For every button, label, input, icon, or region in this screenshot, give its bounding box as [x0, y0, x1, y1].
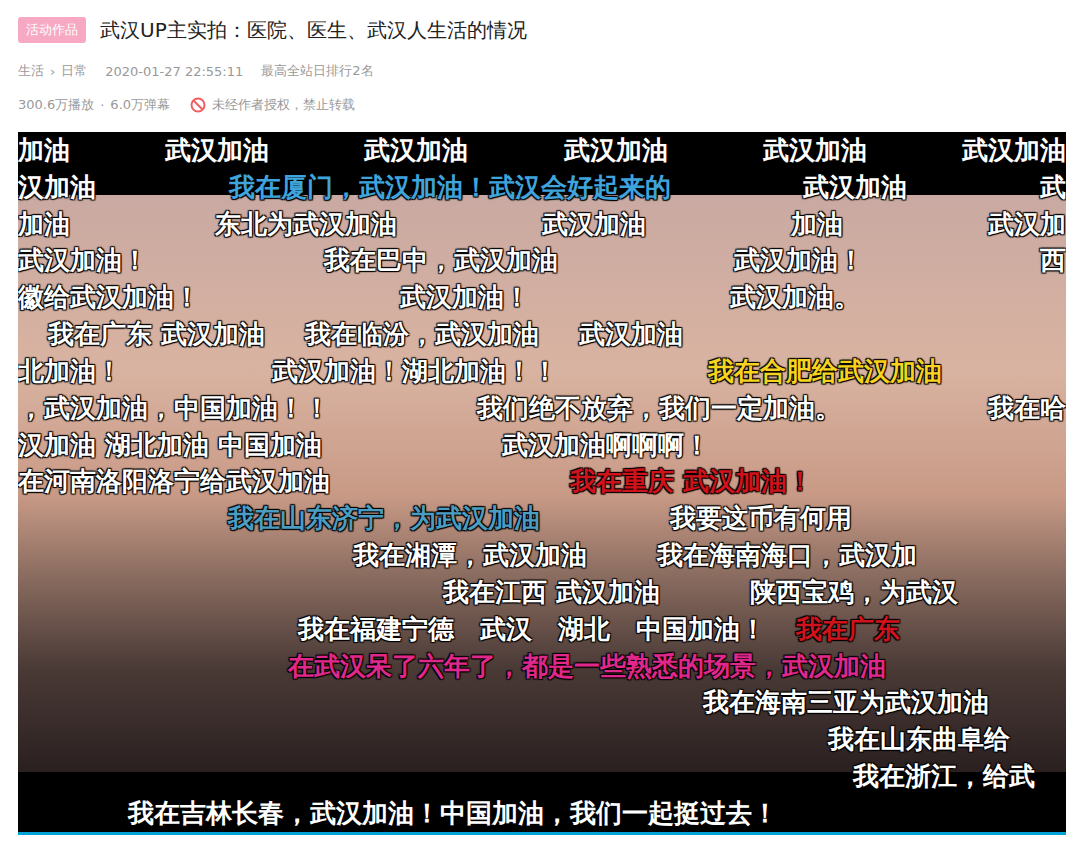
danmaku-layer: 加油武汉加油武汉加油武汉加油武汉加油武汉加油汉加油我在厦门，武汉加油！武汉会好起…	[18, 132, 1066, 832]
danmaku-comment[interactable]: 我们绝不放弃，我们一定加油。	[477, 393, 841, 424]
danmaku-comment[interactable]: 武汉加油	[962, 135, 1066, 166]
danmaku-comment[interactable]: 武汉加油	[364, 135, 468, 166]
danmaku-comment[interactable]: 武汉加油	[564, 135, 668, 166]
category-link[interactable]: 生活	[18, 62, 44, 80]
danmaku-lane: 我在浙江，给武	[18, 758, 1066, 795]
stats-dot: ·	[100, 98, 104, 113]
danmaku-comment[interactable]: 我在山东济宁，为武汉加油	[228, 503, 540, 534]
danmaku-comment[interactable]: 武汉加油！	[734, 245, 864, 276]
danmaku-lane: 在武汉呆了六年了，都是一些熟悉的场景，武汉加油	[18, 648, 1066, 685]
danmaku-comment[interactable]: 我在吉林长春，武汉加油！中国加油，我们一起挺过去！	[128, 798, 778, 829]
danmaku-lane: 我在海南三亚为武汉加油	[18, 685, 1066, 722]
danmaku-lane: ，武汉加油，中国加油！！ 我们绝不放弃，我们一定加油。 我在哈	[18, 390, 1066, 427]
danmaku-lane: 我在福建宁德 武汉 湖北 中国加油！ 我在广东	[18, 611, 1066, 648]
danmaku-comment[interactable]: 我在江西 武汉加油	[443, 577, 660, 608]
video-page: 活动作品武汉UP主实拍：医院、医生、武汉人生活的情况生活 › 日常 2020-01-2…	[0, 0, 1080, 852]
danmaku-lane: 我在山东济宁，为武汉加油 我要这币有何用	[18, 500, 1066, 537]
danmaku-comment[interactable]: 我在广东	[796, 614, 900, 645]
danmaku-comment[interactable]: 我要这币有何用	[670, 503, 852, 534]
danmaku-lane: 武汉加油！ 我在巴中，武汉加油 武汉加油！ 西	[18, 243, 1066, 280]
danmaku-comment[interactable]: 我在广东 武汉加油	[48, 319, 265, 350]
danmaku-lane: 汉加油 湖北加油 中国加油 武汉加油啊啊啊！	[18, 427, 1066, 464]
repost-notice: 未经作者授权，禁止转载	[190, 96, 355, 114]
danmaku-comment[interactable]: 我在哈	[988, 393, 1066, 424]
danmaku-comment[interactable]: 加油	[18, 135, 70, 166]
stats-row: 300.6万播放 · 6.0万弹幕 未经作者授权，禁止转载	[18, 96, 1066, 114]
publish-time: 2020-01-27 22:55:11	[105, 64, 243, 79]
danmaku-lane: 徽给武汉加油！ 武汉加油！ 武汉加油。	[18, 279, 1066, 316]
play-count: 300.6万播放	[18, 96, 94, 114]
danmaku-comment[interactable]: 武汉加油	[579, 319, 683, 350]
danmaku-comment[interactable]: 我在福建宁德 武汉 湖北 中国加油！	[298, 614, 766, 645]
video-title: 武汉UP主实拍：医院、医生、武汉人生活的情况	[100, 17, 527, 44]
danmaku-comment[interactable]: 汉加油 湖北加油 中国加油	[18, 430, 322, 461]
danmaku-comment[interactable]: 在河南洛阳洛宁给武汉加油	[18, 466, 330, 497]
title-row: 活动作品武汉UP主实拍：医院、医生、武汉人生活的情况	[18, 14, 1066, 46]
danmaku-comment[interactable]: 我在湘潭，武汉加油	[353, 540, 587, 571]
danmaku-comment[interactable]: 北加油！	[18, 356, 122, 387]
danmaku-comment[interactable]: 武汉加油	[165, 135, 269, 166]
danmaku-lane: 我在湘潭，武汉加油 我在海南海口，武汉加	[18, 537, 1066, 574]
danmaku-comment[interactable]: 徽给武汉加油！	[18, 282, 200, 313]
danmaku-lane: 我在吉林长春，武汉加油！中国加油，我们一起挺过去！	[18, 795, 1066, 832]
danmaku-comment[interactable]: 武汉加油！	[400, 282, 530, 313]
danmaku-comment[interactable]: 我在厦门，武汉加油！武汉会好起来的	[229, 172, 671, 203]
danmaku-comment[interactable]: 我在海南三亚为武汉加油	[703, 687, 989, 718]
danmaku-comment[interactable]: 加油	[791, 209, 843, 240]
danmaku-comment[interactable]: 西	[1040, 245, 1066, 276]
subcategory-link[interactable]: 日常	[61, 62, 87, 80]
danmaku-comment[interactable]: 在武汉呆了六年了，都是一些熟悉的场景，武汉加油	[288, 651, 886, 682]
danmaku-count: 6.0万弹幕	[110, 96, 170, 114]
meta-row: 生活 › 日常 2020-01-27 22:55:11 最高全站日排行2名	[18, 62, 1066, 80]
danmaku-comment[interactable]: 东北为武汉加油	[215, 209, 397, 240]
rank-label[interactable]: 最高全站日排行2名	[261, 62, 373, 80]
danmaku-comment[interactable]: 陕西宝鸡，为武汉	[750, 577, 958, 608]
breadcrumb-separator: ›	[50, 64, 55, 79]
event-badge[interactable]: 活动作品	[18, 17, 86, 43]
danmaku-lane: 加油 东北为武汉加油 武汉加油 加油 武汉加	[18, 206, 1066, 243]
danmaku-lane: 北加油！ 武汉加油！湖北加油！！ 我在合肥给武汉加油	[18, 353, 1066, 390]
danmaku-comment[interactable]: 加油	[18, 209, 70, 240]
danmaku-lane: 我在江西 武汉加油 陕西宝鸡，为武汉	[18, 574, 1066, 611]
danmaku-lane: 汉加油 我在厦门，武汉加油！武汉会好起来的 武汉加油 武	[18, 169, 1066, 206]
danmaku-comment[interactable]: 我在临汾，武汉加油	[305, 319, 539, 350]
danmaku-comment[interactable]: 汉加油	[18, 172, 96, 203]
danmaku-comment[interactable]: 武汉加油！湖北加油！！	[272, 356, 558, 387]
danmaku-comment[interactable]: 我在合肥给武汉加油	[708, 356, 942, 387]
danmaku-comment[interactable]: 武汉加油	[803, 172, 907, 203]
danmaku-comment[interactable]: 武汉加油	[763, 135, 867, 166]
danmaku-comment[interactable]: 武汉加油。	[730, 282, 860, 313]
danmaku-lane: 我在山东曲阜给	[18, 722, 1066, 759]
danmaku-comment[interactable]: 武汉加	[988, 209, 1066, 240]
no-repost-icon	[190, 97, 206, 113]
notice-text: 未经作者授权，禁止转载	[212, 96, 355, 114]
danmaku-comment[interactable]: 武汉加油啊啊啊！	[502, 430, 710, 461]
danmaku-comment[interactable]: ，武汉加油，中国加油！！	[18, 393, 330, 424]
danmaku-comment[interactable]: 武汉加油	[542, 209, 646, 240]
danmaku-lane: 在河南洛阳洛宁给武汉加油 我在重庆 武汉加油！	[18, 464, 1066, 501]
danmaku-comment[interactable]: 我在巴中，武汉加油	[324, 245, 558, 276]
danmaku-comment[interactable]: 我在山东曲阜给	[828, 724, 1010, 755]
danmaku-comment[interactable]: 我在浙江，给武	[853, 761, 1035, 792]
danmaku-comment[interactable]: 武汉加油！	[18, 245, 148, 276]
video-player[interactable]: 加油武汉加油武汉加油武汉加油武汉加油武汉加油汉加油我在厦门，武汉加油！武汉会好起…	[18, 132, 1066, 835]
danmaku-comment[interactable]: 武	[1040, 172, 1066, 203]
danmaku-lane: 我在广东 武汉加油 我在临汾，武汉加油 武汉加油	[18, 316, 1066, 353]
danmaku-comment[interactable]: 我在海南海口，武汉加	[657, 540, 917, 571]
danmaku-comment[interactable]: 我在重庆 武汉加油！	[570, 466, 813, 497]
danmaku-lane: 加油 武汉加油 武汉加油 武汉加油 武汉加油 武汉加油	[18, 132, 1066, 169]
